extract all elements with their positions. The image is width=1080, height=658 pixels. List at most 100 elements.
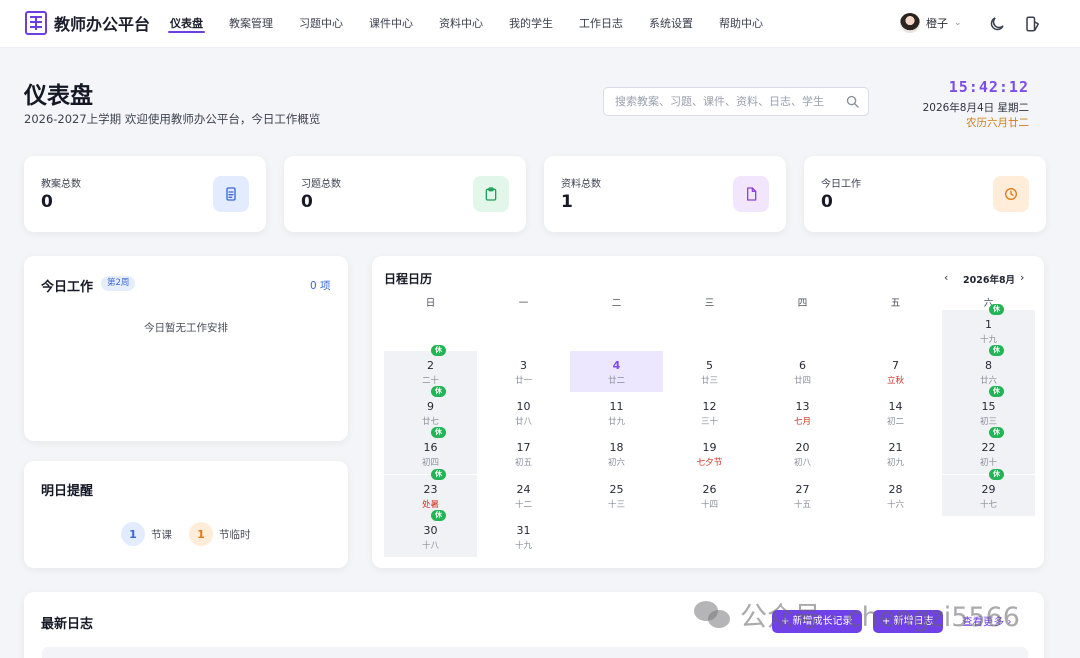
top-navbar: 教师办公平台 仪表盘 教案管理 习题中心 课件中心 资料中心 我的学生 工作日志 系统设置 帮助… bbox=[0, 0, 1080, 48]
calendar-day[interactable]: 7 立秋 bbox=[849, 351, 942, 392]
calendar-day[interactable]: 休 16 初四 bbox=[384, 427, 477, 475]
today-work-title: 今日工作 bbox=[41, 280, 94, 295]
day-number: 31 bbox=[516, 523, 531, 537]
nav-item[interactable]: 资料中心 bbox=[426, 0, 496, 48]
nav-item[interactable]: 系统设置 bbox=[636, 0, 706, 48]
stat-card[interactable]: 今日工作 0 bbox=[804, 156, 1046, 232]
day-lunar: 廿四 bbox=[793, 376, 811, 386]
day-number: 16 bbox=[423, 441, 438, 455]
add-log-button[interactable]: + 新增日志 bbox=[873, 610, 943, 633]
search-icon[interactable] bbox=[845, 94, 860, 109]
page-subtitle: 2026-2027上学期 欢迎使用教师办公平台，今日工作概览 bbox=[24, 112, 321, 126]
nav-item[interactable]: 帮助中心 bbox=[706, 0, 776, 48]
day-number: 21 bbox=[888, 441, 903, 455]
user-menu[interactable]: 橙子 ⌄ bbox=[900, 13, 962, 33]
calendar-day[interactable]: 休 29 十七 bbox=[942, 468, 1035, 516]
calendar-day[interactable]: 休 2 二十 bbox=[384, 345, 477, 392]
nav-item[interactable]: 习题中心 bbox=[286, 0, 356, 48]
calendar-day[interactable]: 27 十五 bbox=[756, 475, 849, 516]
calendar-day[interactable]: 18 初六 bbox=[570, 433, 663, 474]
day-number: 11 bbox=[609, 400, 624, 414]
day-number: 26 bbox=[702, 482, 717, 496]
moon-icon[interactable] bbox=[988, 15, 1006, 33]
global-search[interactable] bbox=[603, 87, 869, 116]
clock-time: 15:42:12 bbox=[948, 78, 1029, 96]
stat-value: 1 bbox=[561, 192, 573, 212]
nav-item[interactable]: 课件中心 bbox=[356, 0, 426, 48]
tomorrow-reminder-card bbox=[24, 461, 348, 568]
calendar-day[interactable]: 休 23 处暑 bbox=[384, 468, 477, 516]
day-number: 8 bbox=[985, 359, 992, 372]
stat-label: 今日工作 bbox=[821, 179, 861, 190]
day-lunar: 廿九 bbox=[607, 417, 625, 428]
calendar-day[interactable]: 休 15 初三 bbox=[942, 386, 1035, 434]
calendar-day[interactable]: 6 廿四 bbox=[756, 351, 849, 392]
brand[interactable]: 教师办公平台 bbox=[25, 11, 150, 35]
day-lunar: 廿三 bbox=[700, 376, 718, 386]
calendar-day[interactable]: 5 廿三 bbox=[663, 351, 756, 392]
calendar-day[interactable]: 休 30 十八 bbox=[384, 509, 477, 557]
add-growth-record-button[interactable]: + 新增成长记录 bbox=[772, 610, 862, 633]
day-lunar: 十七 bbox=[979, 499, 997, 510]
calendar-day[interactable]: 31 十九 bbox=[477, 516, 570, 557]
calendar-prev-button[interactable]: ‹ bbox=[944, 271, 948, 284]
chevron-down-icon: ⌄ bbox=[954, 18, 962, 28]
stat-value: 0 bbox=[41, 192, 53, 212]
day-number: 17 bbox=[516, 441, 531, 455]
calendar-day[interactable]: 25 十三 bbox=[570, 475, 663, 516]
calendar-next-button[interactable]: › bbox=[1020, 271, 1024, 284]
calendar-day[interactable]: 休 22 初十 bbox=[942, 427, 1035, 475]
calendar-day[interactable]: 20 初八 bbox=[756, 433, 849, 474]
calendar-day[interactable]: 3 廿一 bbox=[477, 351, 570, 392]
day-number: 5 bbox=[706, 359, 713, 372]
day-lunar: 初十 bbox=[979, 458, 997, 469]
day-lunar: 十六 bbox=[886, 499, 904, 510]
nav-item[interactable]: 工作日志 bbox=[566, 0, 636, 48]
weekday-header: 二 bbox=[611, 298, 622, 309]
reminder-label: 节临时 bbox=[219, 528, 251, 541]
current-date: 2026年8月4日 星期二 bbox=[922, 102, 1029, 114]
calendar-day[interactable]: 4 廿二 bbox=[570, 351, 663, 392]
theme-icon[interactable] bbox=[1024, 15, 1042, 33]
calendar-day[interactable]: 11 廿九 bbox=[570, 392, 663, 433]
day-lunar: 初四 bbox=[421, 458, 439, 469]
search-input[interactable] bbox=[604, 88, 836, 115]
day-lunar: 初九 bbox=[886, 458, 904, 469]
log-list bbox=[42, 647, 1028, 658]
calendar-day[interactable]: 12 三十 bbox=[663, 392, 756, 433]
file-icon bbox=[733, 176, 769, 212]
nav-item[interactable]: 我的学生 bbox=[496, 0, 566, 48]
day-number: 3 bbox=[520, 359, 527, 372]
calendar-day[interactable]: 休 8 廿六 bbox=[942, 345, 1035, 392]
day-lunar: 廿二 bbox=[607, 376, 625, 386]
calendar-day[interactable]: 24 十二 bbox=[477, 475, 570, 516]
calendar-day[interactable]: 19 七夕节 bbox=[663, 433, 756, 474]
weekday-header: 四 bbox=[797, 298, 808, 309]
day-number: 28 bbox=[888, 482, 903, 496]
stat-card[interactable]: 教案总数 0 bbox=[24, 156, 266, 232]
calendar-day[interactable]: 14 初二 bbox=[849, 392, 942, 433]
holiday-rest-badge: 休 bbox=[431, 509, 446, 521]
calendar-day[interactable]: 休 9 廿七 bbox=[384, 386, 477, 434]
calendar-day[interactable]: 13 七月 bbox=[756, 392, 849, 433]
nav-item[interactable]: 教案管理 bbox=[216, 0, 286, 48]
today-work-count[interactable]: 0 项 bbox=[310, 278, 331, 293]
holiday-rest-badge: 休 bbox=[989, 468, 1004, 480]
calendar-day[interactable]: 28 十六 bbox=[849, 475, 942, 516]
day-number: 23 bbox=[423, 482, 438, 496]
stat-card[interactable]: 资料总数 1 bbox=[544, 156, 786, 232]
stat-card[interactable]: 习题总数 0 bbox=[284, 156, 526, 232]
calendar-day[interactable]: 休 1 十九 bbox=[942, 304, 1035, 351]
nav-item[interactable]: 仪表盘 bbox=[157, 0, 216, 48]
day-lunar: 初三 bbox=[979, 417, 997, 428]
day-lunar: 廿一 bbox=[514, 376, 532, 386]
view-more-link[interactable]: 查看更多 › bbox=[962, 614, 1012, 629]
calendar-day[interactable]: 26 十四 bbox=[663, 475, 756, 516]
calendar-day[interactable]: 17 初五 bbox=[477, 433, 570, 474]
calendar-day[interactable]: 10 廿八 bbox=[477, 392, 570, 433]
day-lunar: 初二 bbox=[886, 417, 904, 428]
day-number: 18 bbox=[609, 441, 624, 455]
calendar-day[interactable]: 21 初九 bbox=[849, 433, 942, 474]
day-number: 12 bbox=[702, 400, 717, 414]
day-number: 30 bbox=[423, 523, 438, 537]
